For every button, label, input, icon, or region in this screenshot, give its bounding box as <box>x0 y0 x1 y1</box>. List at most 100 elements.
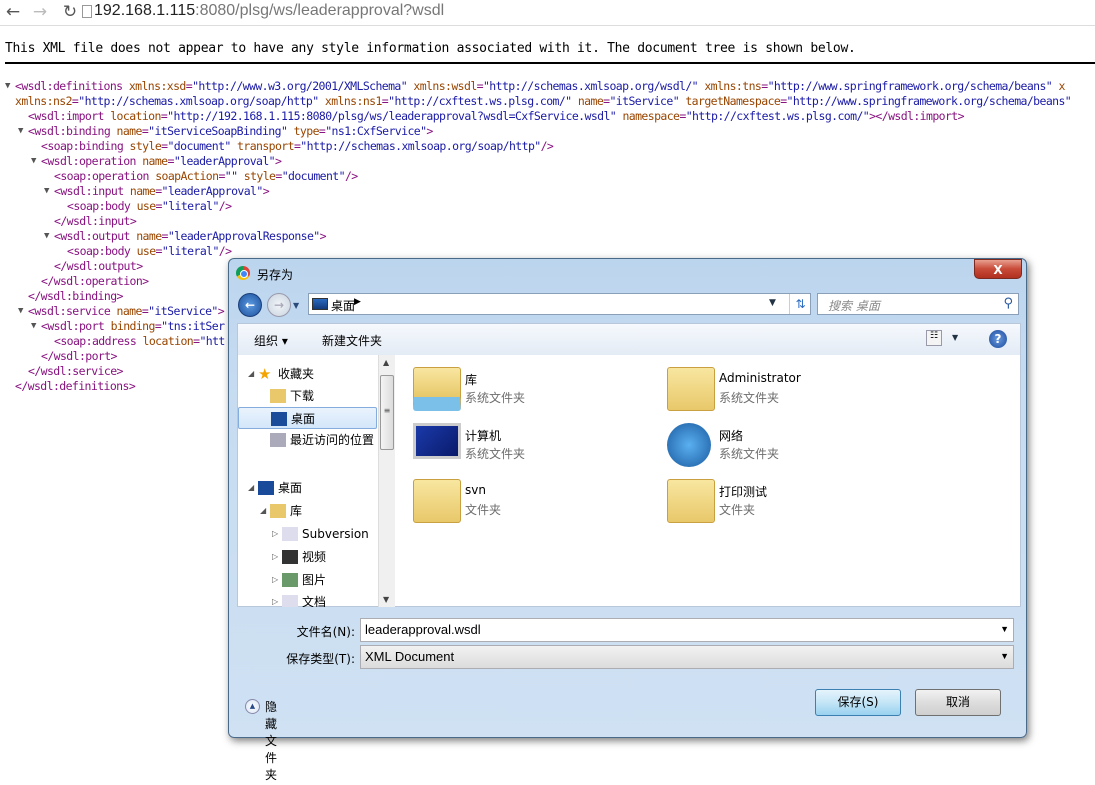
search-icon[interactable]: ⚲ <box>1003 296 1013 311</box>
collapse-toggle-icon[interactable]: ▼ <box>44 229 49 244</box>
nav-item[interactable]: ▷ 视频 <box>238 546 377 568</box>
xml-line: <soap:address location="htt <box>54 334 225 349</box>
file-item-name: 网络 <box>719 429 744 443</box>
nav-item[interactable]: ▷ Subversion <box>238 523 377 545</box>
xml-line: <soap:operation soapAction="" style="doc… <box>54 169 358 184</box>
nav-item[interactable]: 桌面 <box>238 407 377 429</box>
xml-attr: xmlns:wsdl <box>413 79 477 93</box>
file-item[interactable]: 计算机 系统文件夹 <box>413 421 653 471</box>
nav-item[interactable]: 下载 <box>238 385 377 407</box>
file-item[interactable]: 库系统文件夹 <box>413 365 653 415</box>
collapse-toggle-icon[interactable]: ▼ <box>31 319 36 334</box>
collapse-toggle-icon[interactable]: ▼ <box>31 154 36 169</box>
xml-line: </wsdl:port> <box>41 349 117 364</box>
dialog-title: 另存为 <box>257 268 294 282</box>
xml-tag: </wsdl:operation> <box>41 274 149 288</box>
address-bar[interactable]: 192.168.1.115:8080/plsg/ws/leaderapprova… <box>94 2 444 20</box>
address-dropdown-icon[interactable]: ▼ <box>769 298 776 308</box>
nav-item-label: 桌面 <box>291 412 316 426</box>
expand-toggle-icon[interactable]: ◢ <box>260 500 266 522</box>
xml-val: "http://192.168.1.115:8080/plsg/ws/leade… <box>167 109 623 123</box>
back-button[interactable]: ← <box>3 2 23 22</box>
nav-scrollbar[interactable]: ▲ ≡ ▼ <box>378 355 395 607</box>
nav-item[interactable]: ◢ ★ 收藏夹 <box>238 363 377 385</box>
library-icon <box>270 504 286 518</box>
breadcrumb-desktop[interactable]: 桌面 <box>331 297 355 314</box>
file-item-type: 系统文件夹 <box>465 447 526 461</box>
forward-button[interactable]: → <box>267 293 291 317</box>
file-item-type: 文件夹 <box>719 503 756 517</box>
xml-attr: location <box>110 109 161 123</box>
url-path: :8080/plsg/ws/leaderapproval?wsdl <box>195 2 445 19</box>
file-item-name: 计算机 <box>465 429 502 443</box>
cancel-button[interactable]: 取消 <box>915 689 1001 716</box>
xml-line: xmlns:ns2="http://schemas.xmlsoap.org/so… <box>15 94 1072 109</box>
help-icon[interactable]: ? <box>989 330 1007 348</box>
nav-item[interactable]: ◢ 桌面 <box>238 477 377 499</box>
xml-line: </wsdl:definitions> <box>15 379 136 394</box>
views-dropdown-icon[interactable]: ▼ <box>952 333 958 342</box>
views-icon[interactable]: ☷ <box>926 330 942 346</box>
recent-locations-dropdown[interactable]: ▼ <box>293 301 299 310</box>
xml-line: <soap:binding style="document" transport… <box>41 139 554 154</box>
save-options: 文件名(N): leaderapproval.wsdl ▼ 保存类型(T): XM… <box>229 607 1026 782</box>
xml-val: "itService" <box>609 94 686 108</box>
filetype-select[interactable]: XML Document ▼ <box>360 645 1014 669</box>
collapse-toggle-icon[interactable]: ▼ <box>5 79 10 94</box>
xml-tag: <wsdl:definitions <box>15 79 129 93</box>
xml-line: ▼ <wsdl:operation name="leaderApproval"> <box>31 154 282 169</box>
xml-attr: use <box>136 199 157 213</box>
file-item[interactable]: svn 文件夹 <box>413 477 653 527</box>
xml-val: "literal" <box>161 244 220 258</box>
expand-toggle-icon[interactable]: ▷ <box>272 523 278 545</box>
xml-tag: <soap:binding <box>41 139 130 153</box>
breadcrumb-arrow-icon[interactable]: ▶ <box>354 297 361 307</box>
nav-item[interactable]: 最近访问的位置 <box>238 429 377 451</box>
xml-line: ▼ <wsdl:service name="itService"> <box>18 304 225 319</box>
back-button[interactable]: ← <box>238 293 262 317</box>
xml-val: "http://schemas.xmlsoap.org/soap/http" <box>78 94 325 108</box>
save-button[interactable]: 保存(S) <box>815 689 901 716</box>
nav-item[interactable]: ▷ 图片 <box>238 569 377 591</box>
xml-attr: xmlns:xsd <box>128 79 187 93</box>
collapse-toggle-icon[interactable]: ▼ <box>44 184 49 199</box>
scroll-up-icon[interactable]: ▲ <box>383 358 389 367</box>
collapse-toggle-icon[interactable]: ▼ <box>18 304 23 319</box>
expand-toggle-icon[interactable]: ◢ <box>248 477 254 499</box>
library-icon <box>413 367 461 411</box>
close-button[interactable]: X <box>974 259 1022 279</box>
file-item[interactable]: 打印测试 文件夹 <box>667 477 907 527</box>
collapse-toggle-icon[interactable]: ▼ <box>18 124 23 139</box>
reload-button[interactable]: ↻ <box>60 2 80 22</box>
address-breadcrumb[interactable]: 桌面 ▶ ▼ ⇅ <box>308 293 811 315</box>
file-list: 库系统文件夹 Administrator 系统文件夹 计算机 系统文件夹 网络 系统文件夹 s… <box>395 355 1021 607</box>
chevron-down-icon[interactable]: ▼ <box>1000 651 1009 661</box>
recent-places-icon <box>270 433 286 447</box>
xml-line: </wsdl:operation> <box>41 274 149 289</box>
collapse-up-icon: ▲ <box>245 699 260 714</box>
file-item[interactable]: 网络 系统文件夹 <box>667 421 907 471</box>
filename-input[interactable]: leaderapproval.wsdl ▼ <box>360 618 1014 642</box>
scroll-down-icon[interactable]: ▼ <box>383 595 389 604</box>
nav-item[interactable]: ◢ 库 <box>238 500 377 522</box>
organize-menu[interactable]: 组织 ▾ <box>254 332 288 349</box>
expand-toggle-icon[interactable]: ▷ <box>272 546 278 568</box>
scroll-thumb[interactable]: ≡ <box>380 375 394 450</box>
page-icon <box>82 5 92 18</box>
refresh-button[interactable]: ⇅ <box>789 294 811 314</box>
chevron-down-icon[interactable]: ▼ <box>1000 624 1009 634</box>
xml-attr: name <box>577 94 604 108</box>
nav-item[interactable]: ▷ 文档 <box>238 591 377 607</box>
new-folder-button[interactable]: 新建文件夹 <box>322 332 382 349</box>
expand-toggle-icon[interactable]: ◢ <box>248 363 254 385</box>
document-icon <box>282 595 298 607</box>
xml-val: "itService" <box>148 304 218 318</box>
file-item[interactable]: Administrator 系统文件夹 <box>667 365 907 415</box>
xml-tag: > <box>319 229 327 243</box>
search-input[interactable]: 搜索 桌面 ⚲ <box>817 293 1019 315</box>
expand-toggle-icon[interactable]: ▷ <box>272 569 278 591</box>
forward-button[interactable]: → <box>30 2 50 22</box>
expand-toggle-icon[interactable]: ▷ <box>272 591 278 607</box>
file-item-name: 库 <box>465 373 478 387</box>
xml-val: "" <box>224 169 244 183</box>
